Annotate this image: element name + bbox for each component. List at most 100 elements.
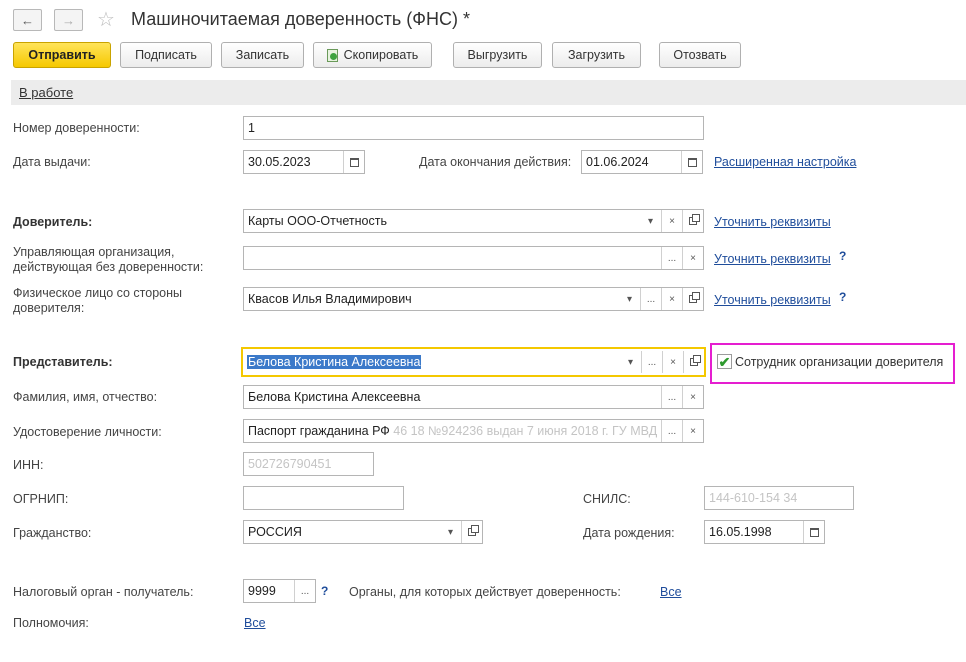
managing-org-label-line2: действующая без доверенности:: [13, 260, 204, 274]
calendar-icon[interactable]: [681, 151, 702, 173]
chevron-down-icon[interactable]: ▾: [619, 288, 640, 310]
revoke-button[interactable]: Отозвать: [659, 42, 741, 68]
back-button[interactable]: ←: [13, 9, 42, 31]
page-title: Машиночитаемая доверенность (ФНС) *: [131, 9, 470, 29]
open-icon[interactable]: [683, 351, 704, 373]
tax-office-label: Налоговый орган - получатель:: [13, 585, 194, 599]
ogrnip-input[interactable]: [243, 486, 404, 510]
number-label: Номер доверенности:: [13, 121, 140, 135]
tax-office-value: 9999: [248, 584, 276, 598]
more-icon[interactable]: ...: [661, 247, 682, 269]
clear-icon[interactable]: ×: [682, 420, 703, 442]
favorite-star-icon[interactable]: ☆: [97, 7, 115, 32]
employee-checkbox[interactable]: ✔: [717, 354, 732, 369]
clear-icon[interactable]: ×: [661, 288, 682, 310]
person-label-line2: доверителя:: [13, 301, 85, 315]
snils-input[interactable]: 144-610-154 34: [704, 486, 854, 510]
arrow-left-icon: ←: [21, 12, 34, 28]
representative-label: Представитель:: [13, 355, 113, 369]
clear-icon[interactable]: ×: [661, 210, 682, 232]
import-button[interactable]: Загрузить: [552, 42, 641, 68]
fio-label: Фамилия, имя, отчество:: [13, 390, 158, 404]
inn-input[interactable]: 502726790451: [243, 452, 374, 476]
birth-date-value: 16.05.1998: [709, 525, 772, 539]
person-label-line1: Физическое лицо со стороны: [13, 286, 183, 300]
employee-checkbox-label[interactable]: Сотрудник организации доверителя: [735, 355, 943, 370]
copy-icon: [326, 48, 338, 62]
more-icon[interactable]: ...: [661, 420, 682, 442]
citizenship-label: Гражданство:: [13, 526, 92, 540]
open-icon[interactable]: [682, 210, 703, 232]
principal-value: Карты ООО-Отчетность: [248, 214, 387, 228]
clear-icon[interactable]: ×: [682, 247, 703, 269]
citizenship-value: РОССИЯ: [248, 525, 302, 539]
more-icon[interactable]: ...: [294, 580, 315, 602]
inn-value: 502726790451: [248, 457, 332, 471]
number-value: 1: [248, 121, 255, 135]
bodies-label: Органы, для которых действует довереннос…: [349, 585, 621, 599]
birth-date-label: Дата рождения:: [583, 526, 675, 540]
issue-date-value: 30.05.2023: [248, 155, 311, 169]
end-date-label: Дата окончания действия:: [419, 155, 572, 169]
send-button[interactable]: Отправить: [13, 42, 111, 68]
snils-label: СНИЛС:: [583, 492, 631, 506]
calendar-icon[interactable]: [343, 151, 364, 173]
managing-org-input[interactable]: ... ×: [243, 246, 704, 270]
chevron-down-icon[interactable]: ▾: [620, 351, 641, 373]
powers-label: Полномочия:: [13, 616, 89, 630]
birth-date-input[interactable]: 16.05.1998: [704, 520, 825, 544]
calendar-icon[interactable]: [803, 521, 824, 543]
open-icon[interactable]: [461, 521, 482, 543]
help-icon[interactable]: ?: [839, 290, 846, 304]
chevron-down-icon[interactable]: ▾: [640, 210, 661, 232]
more-icon[interactable]: ...: [640, 288, 661, 310]
clarify-person-link[interactable]: Уточнить реквизиты: [714, 293, 831, 307]
forward-button[interactable]: →: [54, 9, 83, 31]
more-icon[interactable]: ...: [641, 351, 662, 373]
save-button[interactable]: Записать: [221, 42, 304, 68]
ogrnip-label: ОГРНИП:: [13, 492, 69, 506]
arrow-right-icon: →: [62, 12, 75, 28]
managing-org-label-line1: Управляющая организация,: [13, 245, 175, 259]
powers-link[interactable]: Все: [244, 616, 266, 630]
advanced-settings-link[interactable]: Расширенная настройка: [714, 155, 856, 169]
clear-icon[interactable]: ×: [682, 386, 703, 408]
id-doc-value-details: 46 18 №924236 выдан 7 июня 2018 г. ГУ МВ…: [389, 424, 658, 438]
id-doc-value: Паспорт гражданина РФ: [248, 424, 390, 438]
issue-date-input[interactable]: 30.05.2023: [243, 150, 365, 174]
bodies-link[interactable]: Все: [660, 585, 682, 599]
open-icon[interactable]: [682, 288, 703, 310]
copy-button[interactable]: Скопировать: [313, 42, 432, 68]
chevron-down-icon[interactable]: ▾: [440, 521, 461, 543]
end-date-value: 01.06.2024: [586, 155, 649, 169]
principal-input[interactable]: Карты ООО-Отчетность ▾ ×: [243, 209, 704, 233]
inn-label: ИНН:: [13, 458, 44, 472]
id-doc-label: Удостоверение личности:: [13, 425, 162, 439]
representative-input[interactable]: Белова Кристина Алексеевна ▾ ... ×: [241, 347, 706, 377]
end-date-input[interactable]: 01.06.2024: [581, 150, 703, 174]
status-bar: [11, 80, 966, 105]
principal-label: Доверитель:: [13, 215, 93, 229]
fio-input[interactable]: Белова Кристина Алексеевна ... ×: [243, 385, 704, 409]
representative-value: Белова Кристина Алексеевна: [247, 355, 422, 369]
more-icon[interactable]: ...: [661, 386, 682, 408]
clarify-principal-link[interactable]: Уточнить реквизиты: [714, 215, 831, 229]
tax-office-input[interactable]: 9999 ...: [243, 579, 316, 603]
sign-button[interactable]: Подписать: [120, 42, 212, 68]
issue-date-label: Дата выдачи:: [13, 155, 91, 169]
help-icon[interactable]: ?: [321, 584, 328, 598]
id-doc-input[interactable]: Паспорт гражданина РФ 46 18 №924236 выда…: [243, 419, 704, 443]
number-input[interactable]: 1: [243, 116, 704, 140]
copy-button-label: Скопировать: [343, 48, 419, 62]
fio-value: Белова Кристина Алексеевна: [248, 390, 421, 404]
person-value: Квасов Илья Владимирович: [248, 292, 412, 306]
clarify-managing-org-link[interactable]: Уточнить реквизиты: [714, 252, 831, 266]
clear-icon[interactable]: ×: [662, 351, 683, 373]
checkmark-icon: ✔: [718, 353, 731, 370]
snils-value: 144-610-154 34: [709, 491, 798, 505]
help-icon[interactable]: ?: [839, 249, 846, 263]
citizenship-input[interactable]: РОССИЯ ▾: [243, 520, 483, 544]
export-button[interactable]: Выгрузить: [453, 42, 542, 68]
status-link[interactable]: В работе: [19, 85, 73, 100]
person-input[interactable]: Квасов Илья Владимирович ▾ ... ×: [243, 287, 704, 311]
